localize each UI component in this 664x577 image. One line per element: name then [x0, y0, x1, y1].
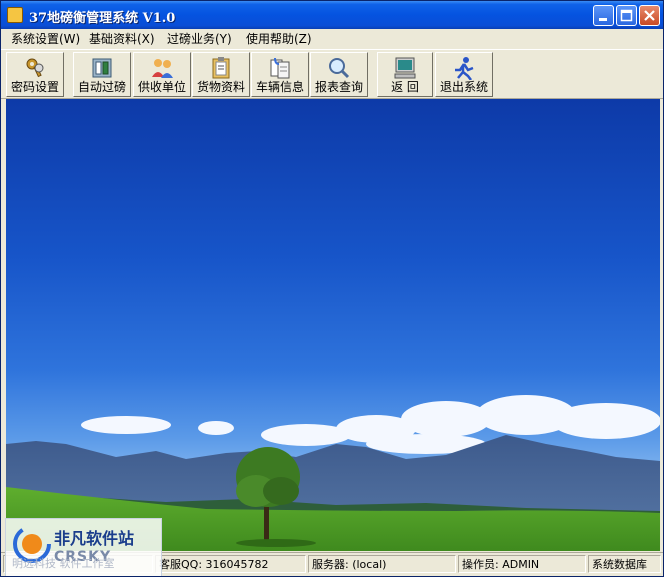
desktop-wallpaper	[6, 99, 660, 551]
toolbar-label: 供收单位	[137, 80, 186, 94]
watermark-brand: 非凡软件站	[54, 529, 135, 548]
watermark-logo: 非凡软件站 CRSKY 明远科技 软件工作室	[5, 518, 162, 576]
vehicle-docs-icon	[270, 57, 290, 79]
status-database: 系统数据库	[588, 555, 661, 573]
tree	[236, 447, 300, 507]
supplier-units-button[interactable]: 供收单位	[133, 52, 191, 97]
toolbar-label: 货物资料	[196, 80, 245, 94]
close-button[interactable]	[639, 5, 660, 26]
app-icon	[7, 7, 23, 23]
auto-weighing-button[interactable]: 自动过磅	[73, 52, 131, 97]
minimize-button[interactable]	[593, 5, 614, 26]
status-qq: 客服QQ: 316045782	[155, 555, 306, 573]
toolbar-label: 自动过磅	[77, 80, 126, 94]
close-icon	[644, 10, 655, 21]
magnifier-icon	[329, 58, 350, 79]
toolbar-label: 车辆信息	[255, 80, 304, 94]
title-bar[interactable]: 37地磅衡管理系统 V1.0	[1, 1, 663, 29]
menu-bar: 系统设置(W) 基础资料(X) 过磅业务(Y) 使用帮助(Z)	[1, 29, 663, 49]
goods-data-button[interactable]: 货物资料	[192, 52, 250, 97]
menu-help[interactable]: 使用帮助(Z)	[246, 31, 312, 47]
menu-basic-data[interactable]: 基础资料(X)	[89, 31, 155, 47]
maximize-icon	[620, 9, 633, 22]
app-window: 37地磅衡管理系统 V1.0 系统设置(W) 基础资料(X) 过磅业务(Y) 使…	[0, 0, 664, 577]
toolbar-label: 密码设置	[10, 80, 59, 94]
maximize-button[interactable]	[616, 5, 637, 26]
scale-icon	[92, 58, 112, 78]
computer-icon	[394, 57, 416, 79]
status-server: 服务器: (local)	[308, 555, 456, 573]
toolbar: 密码设置 自动过磅 供收单位 货物资料 车辆信息 报表查询 返 回 退出系统	[1, 49, 663, 99]
toolbar-label: 退出系统	[439, 80, 488, 94]
tree-shadow	[236, 539, 316, 547]
menu-system-settings[interactable]: 系统设置(W)	[11, 31, 80, 47]
watermark-faint: 明远科技 软件工作室	[12, 557, 115, 570]
running-man-icon	[455, 57, 474, 80]
landscape-image	[6, 395, 660, 551]
toolbar-label: 报表查询	[314, 80, 363, 94]
tree-trunk	[264, 501, 269, 541]
password-settings-button[interactable]: 密码设置	[6, 52, 64, 97]
menu-weighing-business[interactable]: 过磅业务(Y)	[167, 31, 232, 47]
toolbar-label: 返 回	[391, 80, 419, 94]
clipboard-icon	[212, 57, 230, 79]
report-query-button[interactable]: 报表查询	[310, 52, 368, 97]
users-icon	[152, 59, 173, 78]
vehicle-info-button[interactable]: 车辆信息	[251, 52, 309, 97]
window-title: 37地磅衡管理系统 V1.0	[29, 11, 176, 26]
exit-system-button[interactable]: 退出系统	[435, 52, 493, 97]
back-button[interactable]: 返 回	[377, 52, 433, 97]
status-operator: 操作员: ADMIN	[458, 555, 586, 573]
keys-icon	[26, 58, 44, 78]
minimize-icon	[599, 18, 607, 21]
clouds	[81, 395, 660, 454]
